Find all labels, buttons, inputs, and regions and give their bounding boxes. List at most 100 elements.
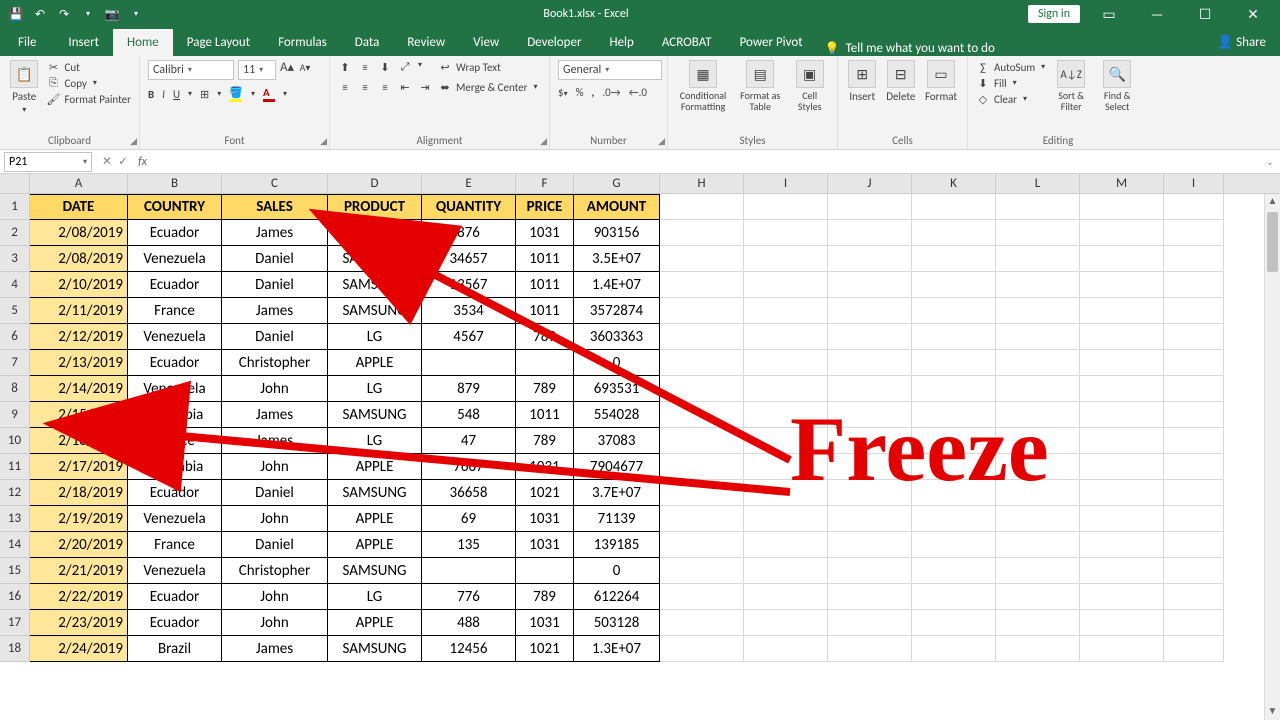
cell[interactable]	[1080, 272, 1164, 298]
cell[interactable]: 3.7E+07	[574, 480, 660, 506]
cell[interactable]	[744, 350, 828, 376]
cell[interactable]: 2/17/2019	[30, 454, 128, 480]
cell[interactable]: SAMSUNG	[328, 480, 422, 506]
cell[interactable]	[828, 194, 912, 220]
cell[interactable]: 903156	[574, 220, 660, 246]
sort-filter-button[interactable]: A↓ZSort & Filter	[1051, 60, 1091, 112]
cell[interactable]	[1080, 584, 1164, 610]
formula-input[interactable]	[153, 152, 1260, 172]
cell[interactable]	[1080, 636, 1164, 662]
cell[interactable]: 2/16/2019	[30, 428, 128, 454]
row-header[interactable]: 13	[0, 506, 30, 532]
cell[interactable]: 1031	[516, 610, 574, 636]
cell[interactable]: 3.5E+07	[574, 246, 660, 272]
row-header[interactable]: 18	[0, 636, 30, 662]
scroll-down-icon[interactable]: ▼	[1265, 704, 1280, 720]
cell[interactable]	[996, 272, 1080, 298]
cell[interactable]	[660, 506, 744, 532]
cell[interactable]: Venezuela	[128, 324, 222, 350]
cell[interactable]: Christopher	[222, 350, 328, 376]
cell[interactable]	[1080, 402, 1164, 428]
cell[interactable]: 139185	[574, 532, 660, 558]
cell[interactable]	[912, 272, 996, 298]
underline-button[interactable]: U	[173, 88, 180, 101]
row-header[interactable]: 16	[0, 584, 30, 610]
cell[interactable]	[1080, 324, 1164, 350]
undo-icon[interactable]: ↶	[32, 6, 48, 22]
cell[interactable]	[1080, 376, 1164, 402]
align-left-icon[interactable]: ≡	[338, 80, 352, 94]
cell[interactable]: 612264	[574, 584, 660, 610]
cell[interactable]	[828, 246, 912, 272]
header-cell[interactable]: SALES	[222, 194, 328, 220]
cell[interactable]	[1164, 246, 1224, 272]
decrease-indent-icon[interactable]: ⇤	[398, 80, 412, 94]
cell[interactable]: John	[222, 610, 328, 636]
dialog-launcher-icon[interactable]: ◢	[658, 136, 665, 147]
row-header[interactable]: 9	[0, 402, 30, 428]
tab-formulas[interactable]: Formulas	[264, 29, 341, 56]
cell[interactable]	[744, 194, 828, 220]
cell[interactable]	[660, 402, 744, 428]
cell[interactable]: 34657	[422, 246, 516, 272]
cell[interactable]	[1080, 454, 1164, 480]
vertical-scrollbar[interactable]: ▲ ▼	[1264, 194, 1280, 720]
dialog-launcher-icon[interactable]: ◢	[320, 136, 327, 147]
cell[interactable]: 3534	[422, 298, 516, 324]
cell[interactable]: James	[222, 428, 328, 454]
shrink-font-icon[interactable]: A▾	[298, 60, 312, 74]
format-cells-button[interactable]: ▭Format	[923, 60, 959, 103]
align-bottom-icon[interactable]: ⬇	[378, 60, 392, 74]
increase-decimal-icon[interactable]: .0→	[602, 86, 620, 99]
cell[interactable]	[1080, 532, 1164, 558]
cell[interactable]	[660, 246, 744, 272]
cell[interactable]	[516, 558, 574, 584]
camera-icon[interactable]: 📷	[104, 6, 120, 22]
cell[interactable]	[828, 298, 912, 324]
cell[interactable]: 2/13/2019	[30, 350, 128, 376]
maximize-icon[interactable]: ☐	[1186, 6, 1224, 23]
cell[interactable]: SAMSUNG	[328, 246, 422, 272]
cell[interactable]: APPLE	[328, 350, 422, 376]
cell[interactable]	[660, 272, 744, 298]
dialog-launcher-icon[interactable]: ◢	[130, 136, 137, 147]
cell[interactable]: 879	[422, 376, 516, 402]
cell[interactable]	[660, 428, 744, 454]
cut-button[interactable]: ✂Cut	[47, 60, 131, 74]
cell[interactable]: 548	[422, 402, 516, 428]
cell[interactable]: 69	[422, 506, 516, 532]
percent-button[interactable]: %	[576, 86, 584, 99]
align-middle-icon[interactable]: ≡	[358, 60, 372, 74]
cell[interactable]	[744, 324, 828, 350]
row-header[interactable]: 11	[0, 454, 30, 480]
cell[interactable]: 2/19/2019	[30, 506, 128, 532]
cell[interactable]	[1164, 454, 1224, 480]
column-header[interactable]: K	[912, 174, 996, 193]
tab-home[interactable]: Home	[113, 29, 173, 56]
cell[interactable]	[912, 584, 996, 610]
cell[interactable]: 135	[422, 532, 516, 558]
cell[interactable]	[1164, 506, 1224, 532]
cell[interactable]	[660, 532, 744, 558]
fx-icon[interactable]: fx	[138, 155, 153, 169]
cell[interactable]	[996, 324, 1080, 350]
cell[interactable]: Venezuela	[128, 376, 222, 402]
cell[interactable]: APPLE	[328, 506, 422, 532]
cell[interactable]	[660, 454, 744, 480]
column-header[interactable]: L	[996, 174, 1080, 193]
cell[interactable]	[1164, 376, 1224, 402]
cell-styles-button[interactable]: ▣Cell Styles	[790, 60, 829, 112]
spreadsheet-grid[interactable]: A B C D E F G H I J K L M I 1DATECOUNTRY…	[0, 174, 1280, 662]
cell[interactable]: Colombia	[128, 454, 222, 480]
cell[interactable]	[912, 220, 996, 246]
enter-formula-icon[interactable]: ✓	[118, 154, 128, 169]
cell[interactable]: Daniel	[222, 480, 328, 506]
cell[interactable]: 2/08/2019	[30, 246, 128, 272]
column-header[interactable]: C	[222, 174, 328, 193]
cell[interactable]	[1164, 558, 1224, 584]
sign-in-button[interactable]: Sign in	[1028, 5, 1080, 23]
cell[interactable]: LG	[328, 324, 422, 350]
cell[interactable]: 1.4E+07	[574, 272, 660, 298]
cell[interactable]: Brazil	[128, 636, 222, 662]
cell[interactable]: Venezuela	[128, 246, 222, 272]
